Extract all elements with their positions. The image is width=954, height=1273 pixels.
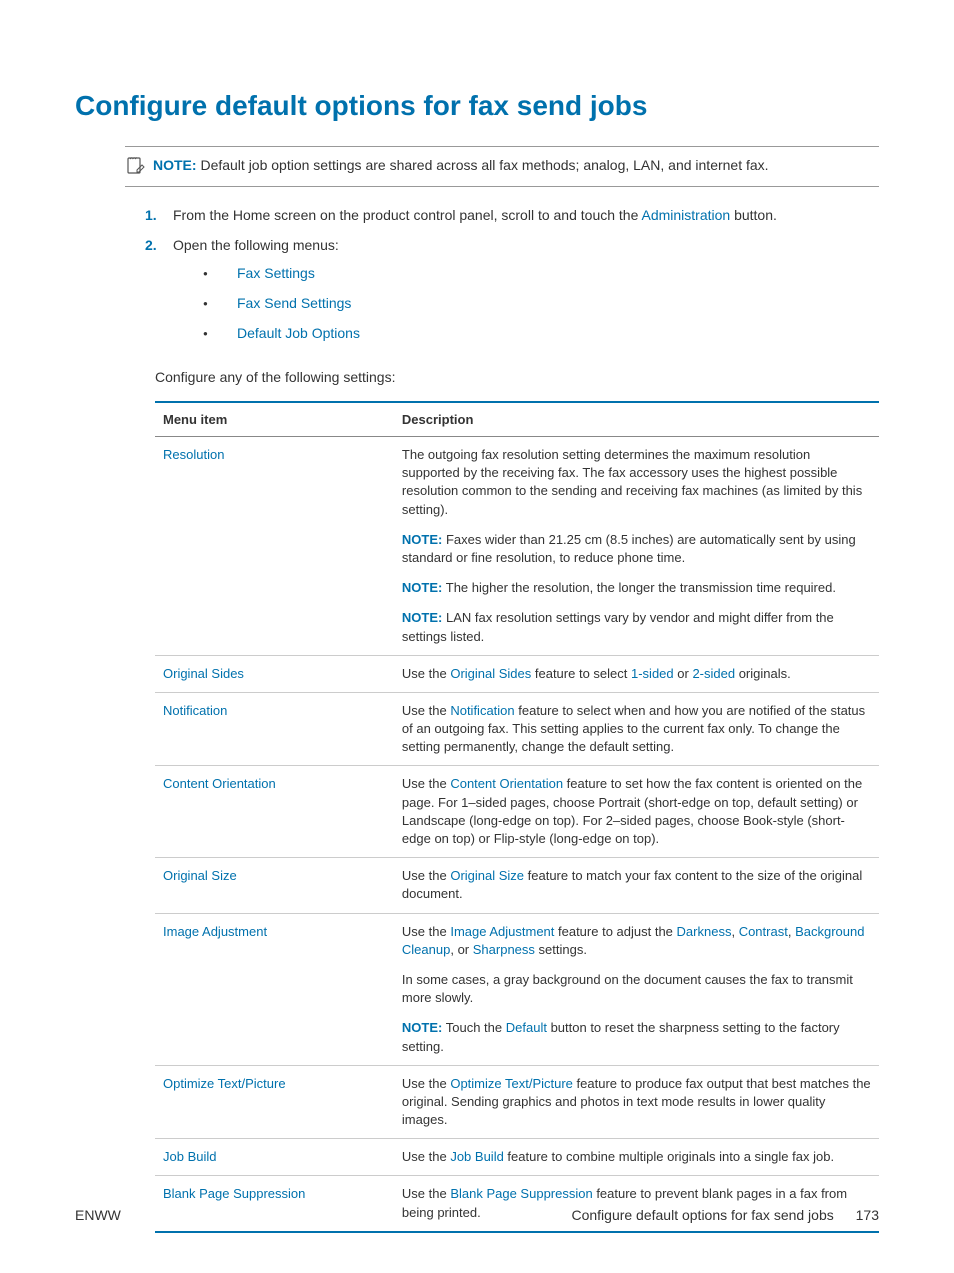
- default-job-options-link: Default Job Options: [237, 325, 360, 341]
- step-text: From the Home screen on the product cont…: [173, 207, 641, 223]
- note-text: LAN fax resolution settings vary by vend…: [402, 610, 834, 643]
- table-row: Content Orientation Use the Content Orie…: [155, 766, 879, 858]
- menu-item: Job Build: [163, 1149, 216, 1164]
- note-label: NOTE:: [402, 1020, 442, 1035]
- footer-right-text: Configure default options for fax send j…: [571, 1207, 833, 1223]
- menu-item: Image Adjustment: [163, 924, 267, 939]
- table-intro: Configure any of the following settings:: [155, 369, 879, 385]
- inline-link: 2-sided: [692, 666, 735, 681]
- note-text: Faxes wider than 21.25 cm (8.5 inches) a…: [402, 532, 856, 565]
- note-label: NOTE:: [402, 580, 442, 595]
- inline-link: Job Build: [450, 1149, 503, 1164]
- description-text: Use the: [402, 1186, 450, 1201]
- inline-link: Contrast: [739, 924, 788, 939]
- step-text: Open the following menus:: [173, 237, 339, 253]
- footer-left: ENWW: [75, 1207, 121, 1223]
- page-footer: ENWW Configure default options for fax s…: [75, 1207, 879, 1223]
- bullet-item: Fax Settings: [203, 265, 879, 281]
- description-text: Use the: [402, 666, 450, 681]
- description-text: In some cases, a gray background on the …: [402, 971, 871, 1007]
- inline-link: Content Orientation: [450, 776, 563, 791]
- fax-settings-link: Fax Settings: [237, 265, 315, 281]
- table-row: Image Adjustment Use the Image Adjustmen…: [155, 913, 879, 1065]
- step-2: 2. Open the following menus: Fax Setting…: [145, 237, 879, 355]
- description-text: Use the: [402, 1076, 450, 1091]
- note-icon: [125, 156, 145, 176]
- table-row: Original Sides Use the Original Sides fe…: [155, 655, 879, 692]
- step-1: 1. From the Home screen on the product c…: [145, 207, 879, 223]
- description-text: Use the: [402, 1149, 450, 1164]
- administration-link: Administration: [641, 207, 730, 223]
- step-number: 2.: [145, 237, 173, 253]
- inline-link: Sharpness: [473, 942, 535, 957]
- menu-item: Original Sides: [163, 666, 244, 681]
- menu-item: Notification: [163, 703, 227, 718]
- settings-table: Menu item Description Resolution The out…: [155, 401, 879, 1233]
- inline-link: Original Size: [450, 868, 524, 883]
- note-text: The higher the resolution, the longer th…: [446, 580, 836, 595]
- page-number: 173: [856, 1207, 879, 1223]
- note-text: Default job option settings are shared a…: [200, 157, 768, 173]
- description-text: Use the: [402, 868, 450, 883]
- menu-item: Content Orientation: [163, 776, 276, 791]
- note-label: NOTE:: [402, 610, 442, 625]
- column-header-description: Description: [394, 402, 879, 437]
- menu-item: Resolution: [163, 447, 224, 462]
- description-text: The outgoing fax resolution setting dete…: [402, 446, 871, 519]
- inline-link: Darkness: [677, 924, 732, 939]
- bullet-item: Default Job Options: [203, 325, 879, 341]
- table-row: Job Build Use the Job Build feature to c…: [155, 1139, 879, 1176]
- fax-send-settings-link: Fax Send Settings: [237, 295, 351, 311]
- page-title: Configure default options for fax send j…: [75, 90, 879, 122]
- column-header-menu-item: Menu item: [155, 402, 394, 437]
- inline-link: Notification: [450, 703, 514, 718]
- bullet-item: Fax Send Settings: [203, 295, 879, 311]
- table-row: Resolution The outgoing fax resolution s…: [155, 437, 879, 656]
- table-row: Optimize Text/Picture Use the Optimize T…: [155, 1065, 879, 1139]
- table-row: Blank Page Suppression Use the Blank Pag…: [155, 1176, 879, 1232]
- description-text: Use the: [402, 924, 450, 939]
- step-number: 1.: [145, 207, 173, 223]
- menu-item: Original Size: [163, 868, 237, 883]
- note-callout: NOTE: Default job option settings are sh…: [125, 146, 879, 187]
- description-text: Use the: [402, 776, 450, 791]
- inline-link: Optimize Text/Picture: [450, 1076, 573, 1091]
- inline-link: Default: [506, 1020, 547, 1035]
- inline-link: Blank Page Suppression: [450, 1186, 592, 1201]
- note-label: NOTE:: [402, 532, 442, 547]
- table-row: Original Size Use the Original Size feat…: [155, 858, 879, 913]
- step-text: button.: [730, 207, 777, 223]
- table-row: Notification Use the Notification featur…: [155, 692, 879, 766]
- inline-link: 1-sided: [631, 666, 674, 681]
- inline-link: Image Adjustment: [450, 924, 554, 939]
- note-label: NOTE:: [153, 157, 197, 173]
- menu-item: Optimize Text/Picture: [163, 1076, 286, 1091]
- description-text: Use the: [402, 703, 450, 718]
- inline-link: Original Sides: [450, 666, 531, 681]
- menu-item: Blank Page Suppression: [163, 1186, 305, 1201]
